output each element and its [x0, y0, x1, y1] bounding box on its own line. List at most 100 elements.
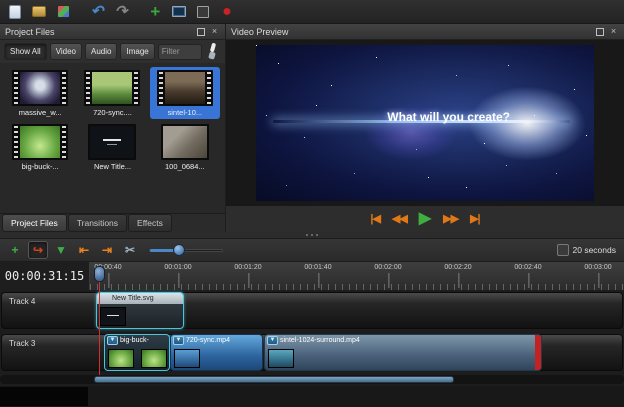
clip-thumbnail: [268, 349, 294, 368]
video-preview-area: What will you create?: [226, 40, 624, 206]
fullscreen-icon: [197, 6, 209, 18]
undock-panel-button[interactable]: [195, 26, 206, 37]
filter-audio-button[interactable]: Audio: [85, 43, 117, 60]
clip-label: 720-sync.mp4: [171, 335, 262, 346]
thumbnail-image: [163, 126, 207, 158]
choose-profile-button[interactable]: [168, 2, 190, 22]
tracks-container: Track 4 Track 3 New Title.svg ▼ big-buck…: [0, 290, 624, 407]
timeline-toolbar: + ↪ ▼ ⇤ ⇥ ✂ 20 seconds: [0, 238, 624, 262]
open-project-button[interactable]: [28, 2, 50, 22]
clip-label: sintel-1024-surround.mp4: [265, 335, 541, 346]
clip-thumbnail: [108, 349, 134, 368]
ruler-mark: 00:02:00: [374, 264, 401, 271]
clip-new-title[interactable]: New Title.svg: [96, 292, 184, 329]
snapping-toggle-button[interactable]: ↪: [28, 241, 48, 259]
slider-knob[interactable]: [173, 244, 185, 256]
plain-thumbnail: [161, 124, 209, 160]
scrollbar-thumb[interactable]: [94, 376, 454, 383]
timeline-zoom-slider[interactable]: [149, 243, 223, 257]
file-label: 720-sync....: [93, 108, 132, 117]
fast-forward-button[interactable]: ▶▶: [443, 214, 458, 225]
zoom-scale-icon: [557, 244, 569, 256]
choose-profile-icon: [172, 6, 186, 17]
jump-to-end-button[interactable]: ▶|: [470, 214, 480, 225]
file-720-sync[interactable]: 720-sync....: [77, 67, 147, 119]
thumbnail-image: [90, 126, 134, 158]
panel-title: Video Preview: [231, 27, 288, 37]
clip-big-buck[interactable]: ▼ big-buck-: [104, 334, 170, 371]
clip-menu-icon[interactable]: ▼: [107, 336, 118, 345]
save-project-icon: [57, 5, 70, 18]
clip-label: New Title.svg: [97, 293, 183, 304]
clip-trim-end-marker[interactable]: [535, 335, 541, 370]
import-files-button[interactable]: +: [144, 2, 166, 22]
close-panel-button[interactable]: ×: [608, 26, 619, 37]
panel-title: Project Files: [5, 27, 55, 37]
clip-720-sync[interactable]: ▼ 720-sync.mp4: [170, 334, 263, 371]
previous-marker-button[interactable]: ⇤: [74, 241, 94, 259]
filter-image-button[interactable]: Image: [120, 43, 154, 60]
ruler-mark: 00:01:00: [164, 264, 191, 271]
file-label: New Title...: [94, 162, 131, 171]
main-toolbar: ↶ ↷ + ●: [0, 0, 624, 24]
redo-button[interactable]: ↷: [110, 2, 132, 22]
ruler-mark: 00:03:00: [584, 264, 611, 271]
new-project-button[interactable]: [4, 2, 26, 22]
file-label: massive_w...: [19, 108, 62, 117]
export-video-icon: ●: [222, 4, 232, 20]
save-project-button[interactable]: [52, 2, 74, 22]
playhead-marker[interactable]: [94, 266, 105, 282]
file-new-title[interactable]: New Title...: [77, 121, 147, 173]
clip-menu-icon[interactable]: ▼: [173, 336, 184, 345]
filter-video-button[interactable]: Video: [50, 43, 82, 60]
close-panel-button[interactable]: ×: [209, 26, 220, 37]
project-files-header: Project Files ×: [0, 24, 225, 40]
undo-button[interactable]: ↶: [86, 2, 108, 22]
starfield: [256, 45, 257, 46]
timeline-horizontal-scrollbar[interactable]: [0, 375, 624, 384]
jump-to-start-button[interactable]: |◀: [370, 214, 380, 225]
project-files-grid: massive_w... 720-sync.... sintel-10... b…: [0, 63, 225, 213]
tab-project-files[interactable]: Project Files: [2, 214, 67, 232]
export-video-button[interactable]: ●: [216, 2, 238, 22]
razor-tool-button[interactable]: ✂: [120, 241, 140, 259]
filter-show-all-button[interactable]: Show All: [4, 43, 47, 60]
clear-filter-brush-icon[interactable]: [205, 43, 218, 60]
playhead-line: [99, 282, 100, 375]
filmstrip-thumbnail: [12, 124, 68, 160]
timeline-area: 00:00:31:15 00:00:40 00:01:00 00:01:20 0…: [0, 262, 624, 407]
fullscreen-button[interactable]: [192, 2, 214, 22]
file-label: big-buck-...: [22, 162, 59, 171]
video-preview-panel: Video Preview × What will you create? |◀…: [226, 24, 624, 232]
filmstrip-thumbnail: [84, 70, 140, 106]
thumbnail-image: [20, 72, 60, 104]
timeline-ruler[interactable]: 00:00:40 00:01:00 00:01:20 00:01:40 00:0…: [90, 262, 624, 290]
undo-icon: ↶: [91, 4, 104, 19]
tab-effects[interactable]: Effects: [128, 214, 172, 232]
file-100-0684[interactable]: 100_0684...: [150, 121, 220, 173]
rewind-button[interactable]: ◀◀: [392, 214, 407, 225]
video-frame: What will you create?: [256, 45, 594, 201]
clip-thumbnail: [174, 349, 200, 368]
next-marker-button[interactable]: ⇥: [97, 241, 117, 259]
clip-sintel[interactable]: ▼ sintel-1024-surround.mp4: [264, 334, 542, 371]
tab-transitions[interactable]: Transitions: [68, 214, 127, 232]
ruler-mark: 00:02:40: [514, 264, 541, 271]
clip-menu-icon[interactable]: ▼: [267, 336, 278, 345]
track-4-row: Track 4: [1, 292, 623, 329]
playhead-timecode: 00:00:31:15: [0, 262, 90, 290]
redo-icon: ↷: [115, 4, 128, 19]
add-track-button[interactable]: +: [5, 241, 25, 259]
file-sintel[interactable]: sintel-10...: [150, 67, 220, 119]
play-button[interactable]: ▶: [419, 211, 431, 227]
file-massive-w[interactable]: massive_w...: [5, 67, 75, 119]
undock-panel-button[interactable]: [594, 26, 605, 37]
project-files-panel: Project Files × Show All Video Audio Ima…: [0, 24, 226, 232]
add-marker-button[interactable]: ▼: [51, 241, 71, 259]
plain-thumbnail: [88, 124, 136, 160]
playback-controls: |◀ ◀◀ ▶ ▶▶ ▶|: [226, 206, 624, 232]
filter-input[interactable]: [158, 44, 202, 60]
zoom-scale-label: 20 seconds: [573, 245, 616, 255]
left-panel-tabs: Project Files Transitions Effects: [0, 213, 225, 232]
file-big-buck[interactable]: big-buck-...: [5, 121, 75, 173]
